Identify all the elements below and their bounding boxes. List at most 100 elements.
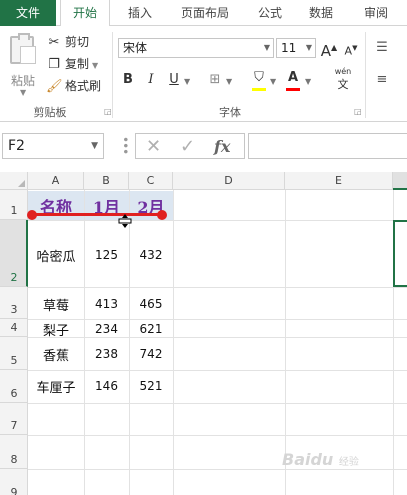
formula-bar-grip-icon[interactable]: ••• <box>115 136 132 156</box>
grid-line <box>28 435 407 436</box>
formula-input[interactable] <box>248 133 407 159</box>
row-header-4[interactable]: 4 <box>0 319 28 337</box>
grid-line <box>28 403 407 404</box>
grid-line <box>28 469 407 470</box>
fill-color-dropdown-icon[interactable]: ▼ <box>270 77 276 86</box>
ribbon-home: 粘贴 ▼ ✂ 剪切 ❐ 复制 ▼ 🖌 格式刷 剪贴板 ◲ 宋体 ▼ 11 ▼ A▲ A▼ <box>0 26 407 122</box>
phonetic-guide-button[interactable]: 文 <box>330 78 356 92</box>
tab-home[interactable]: 开始 <box>60 0 110 27</box>
column-header-a[interactable]: A <box>28 172 84 190</box>
phonetic-label: wén <box>334 67 352 76</box>
cell-a3[interactable]: 草莓 <box>28 295 84 314</box>
grid-line <box>28 319 407 320</box>
row-header-8[interactable]: 8 <box>0 435 28 469</box>
shrink-font-icon: A <box>344 44 353 58</box>
cell-c3[interactable]: 465 <box>129 297 173 311</box>
column-header-b[interactable]: B <box>84 172 129 190</box>
cell-c2[interactable]: 432 <box>129 248 173 262</box>
paste-sheet-icon <box>20 46 36 64</box>
italic-button[interactable]: I <box>143 70 159 90</box>
paste-button[interactable]: 粘贴 ▼ <box>6 33 40 97</box>
formula-bar-commands: ✕ ✓ fx <box>135 133 245 159</box>
scissors-icon: ✂ <box>48 34 60 50</box>
cell-c4[interactable]: 621 <box>129 322 173 336</box>
tab-insert[interactable]: 插入 <box>118 0 162 26</box>
font-size-select[interactable]: 11 ▼ <box>276 38 316 58</box>
grid-line <box>173 190 174 495</box>
cell-a5[interactable]: 香蕉 <box>28 345 84 364</box>
cell-b2[interactable]: 125 <box>84 248 129 262</box>
cell-a4[interactable]: 梨子 <box>28 320 84 339</box>
fill-color-swatch <box>252 88 266 91</box>
cancel-icon[interactable]: ✕ <box>146 136 161 158</box>
align-left-icon[interactable]: ≡ <box>372 70 392 90</box>
increase-font-size-button[interactable]: A▲ <box>320 38 338 60</box>
font-launcher-icon[interactable]: ◲ <box>354 108 362 116</box>
column-header-e[interactable]: E <box>285 172 393 190</box>
row-header-9[interactable]: 9 <box>0 469 28 495</box>
paste-dropdown-icon[interactable]: ▼ <box>20 88 26 97</box>
underline-dropdown-icon[interactable]: ▼ <box>184 77 190 86</box>
name-box-dropdown-icon[interactable]: ▼ <box>91 134 98 158</box>
cell-b4[interactable]: 234 <box>84 322 129 336</box>
row-header-5[interactable]: 5 <box>0 337 28 370</box>
decrease-font-size-button[interactable]: A▼ <box>342 38 360 58</box>
worksheet-grid[interactable]: A B C D E 1 2 3 4 5 6 7 8 9 名称 1月 2月 哈密瓜 <box>0 172 407 495</box>
tab-review[interactable]: 审阅 <box>354 0 398 26</box>
align-top-icon[interactable]: ☰ <box>372 38 392 58</box>
grow-font-icon: A <box>320 42 332 60</box>
format-painter-button[interactable]: 🖌 格式刷 <box>46 76 101 96</box>
tab-page-layout[interactable]: 页面布局 <box>170 0 240 26</box>
tab-formulas[interactable]: 公式 <box>250 0 290 26</box>
active-cell-f2[interactable] <box>393 220 407 287</box>
insert-function-button[interactable]: fx <box>214 136 230 158</box>
cell-a6[interactable]: 车厘子 <box>28 377 84 396</box>
cell-a2[interactable]: 哈密瓜 <box>28 246 84 265</box>
row-header-2[interactable]: 2 <box>0 220 28 287</box>
font-size-dropdown-icon: ▼ <box>305 43 312 52</box>
format-painter-label: 格式刷 <box>65 79 102 93</box>
font-color-button[interactable]: A <box>284 68 302 88</box>
cell-c6[interactable]: 521 <box>129 379 173 393</box>
cut-button[interactable]: ✂ 剪切 <box>46 32 89 52</box>
enter-icon[interactable]: ✓ <box>180 136 195 158</box>
bold-button[interactable]: B <box>120 70 136 90</box>
name-box[interactable]: F2 ▼ <box>2 133 104 159</box>
copy-dropdown-icon[interactable]: ▼ <box>92 61 98 70</box>
cell-b6[interactable]: 146 <box>84 379 129 393</box>
column-header-c[interactable]: C <box>129 172 173 190</box>
font-name-dropdown-icon: ▼ <box>263 43 270 52</box>
cell-b5[interactable]: 238 <box>84 347 129 361</box>
annotation-line <box>31 213 162 216</box>
font-name-select[interactable]: 宋体 ▼ <box>118 38 274 58</box>
select-all-button[interactable] <box>0 172 28 190</box>
borders-dropdown-icon[interactable]: ▼ <box>226 77 232 86</box>
row-header-1[interactable]: 1 <box>0 190 28 220</box>
font-group-label: 字体 <box>219 106 241 119</box>
grid-line <box>28 287 407 288</box>
name-box-value: F2 <box>8 138 25 154</box>
row-header-3[interactable]: 3 <box>0 287 28 319</box>
tab-file[interactable]: 文件 <box>0 0 56 26</box>
paste-label: 粘贴 <box>10 74 35 88</box>
row-header-6[interactable]: 6 <box>0 370 28 403</box>
font-size-value: 11 <box>281 41 297 55</box>
ribbon-tabbar: 文件 开始 插入 页面布局 公式 数据 审阅 <box>0 0 407 27</box>
row-header-7[interactable]: 7 <box>0 403 28 435</box>
annotation-dot-right <box>157 210 167 220</box>
fill-color-icon[interactable]: ⛉ <box>250 68 268 88</box>
paintbrush-icon: 🖌 <box>46 78 63 94</box>
font-color-dropdown-icon[interactable]: ▼ <box>305 77 311 86</box>
column-header-d[interactable]: D <box>173 172 285 190</box>
underline-button[interactable]: U <box>166 70 182 90</box>
tab-data[interactable]: 数据 <box>300 0 342 26</box>
font-color-swatch <box>286 88 300 91</box>
cell-c5[interactable]: 742 <box>129 347 173 361</box>
borders-icon[interactable]: ⊞ <box>206 70 224 90</box>
copy-button[interactable]: ❐ 复制 ▼ <box>46 54 98 74</box>
clipboard-launcher-icon[interactable]: ◲ <box>104 108 112 116</box>
cell-b3[interactable]: 413 <box>84 297 129 311</box>
watermark-logo: Baidu 经验 <box>282 450 359 469</box>
column-header-f[interactable] <box>393 172 407 190</box>
cut-label: 剪切 <box>65 35 90 49</box>
